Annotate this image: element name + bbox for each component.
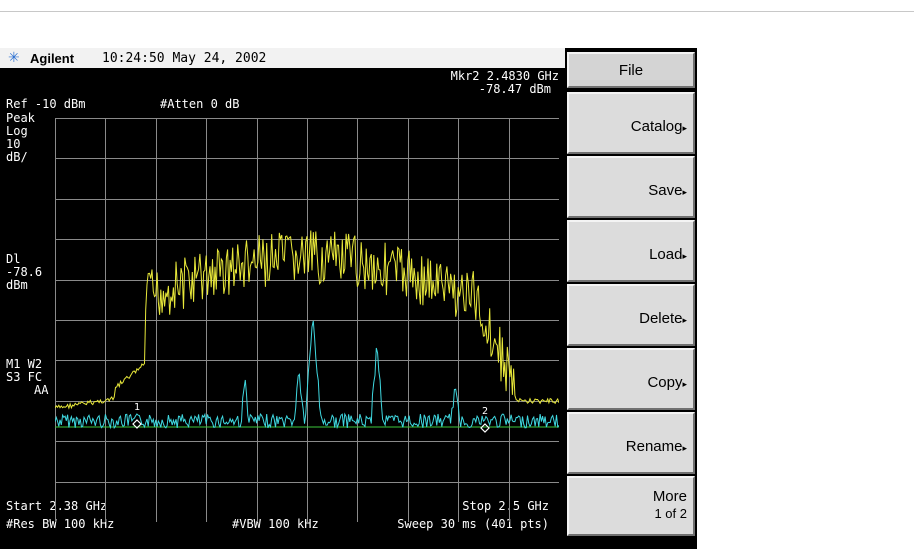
submenu-arrow-icon: ▸ [682,379,687,389]
copy-label: Copy [647,374,683,391]
top-divider [0,11,914,12]
rename-softkey[interactable]: Rename▸ [567,412,695,474]
marker-1: 1 [132,402,142,429]
softkey-panel: File Catalog▸ Save▸ Load▸ Delete▸ Copy▸ … [565,48,697,538]
softkey-menu-title: File [567,52,695,88]
reference-level: Ref -10 dBm [6,97,86,111]
marker-1-label: 1 [134,402,140,413]
menu-title-label: File [618,62,644,79]
copy-softkey[interactable]: Copy▸ [567,348,695,410]
agilent-logo-icon: ✳ [8,50,20,66]
delete-softkey[interactable]: Delete▸ [567,284,695,346]
save-label: Save [648,182,683,199]
marker-2-label: 2 [482,406,488,417]
submenu-arrow-icon: ▸ [682,187,687,197]
load-softkey[interactable]: Load▸ [567,220,695,282]
status-strip [0,538,697,549]
display-line-unit: dBm [6,278,28,292]
submenu-arrow-icon: ▸ [682,251,687,261]
rename-label: Rename [625,438,683,455]
trace-mode-line-3: AA [34,383,49,397]
more-page-indicator: 1 of 2 [654,506,687,521]
submenu-arrow-icon: ▸ [682,315,687,325]
brand-name: Agilent [30,51,75,66]
save-softkey[interactable]: Save▸ [567,156,695,218]
marker-2-diamond-icon [480,423,490,433]
attenuation: #Atten 0 dB [160,97,240,111]
submenu-arrow-icon: ▸ [682,123,687,133]
date-time: 10:24:50 May 24, 2002 [102,51,267,66]
graticule-grid [55,118,559,522]
more-label: More [652,488,687,505]
delete-label: Delete [639,310,683,327]
scale-unit: dB/ [6,150,28,164]
submenu-arrow-icon: ▸ [682,443,687,453]
title-bar: ✳ Agilent 10:24:50 May 24, 2002 [0,48,565,68]
marker-level-readout: -78.47 dBm [478,82,551,96]
catalog-softkey[interactable]: Catalog▸ [567,92,695,154]
load-label: Load [649,246,683,263]
analyzer-screen: ✳ Agilent 10:24:50 May 24, 2002 Mkr2 2.4… [0,48,697,549]
more-softkey[interactable]: More 1 of 2 [567,476,695,536]
catalog-label: Catalog [630,118,683,135]
spectrum-display: 1 2 [55,118,559,522]
